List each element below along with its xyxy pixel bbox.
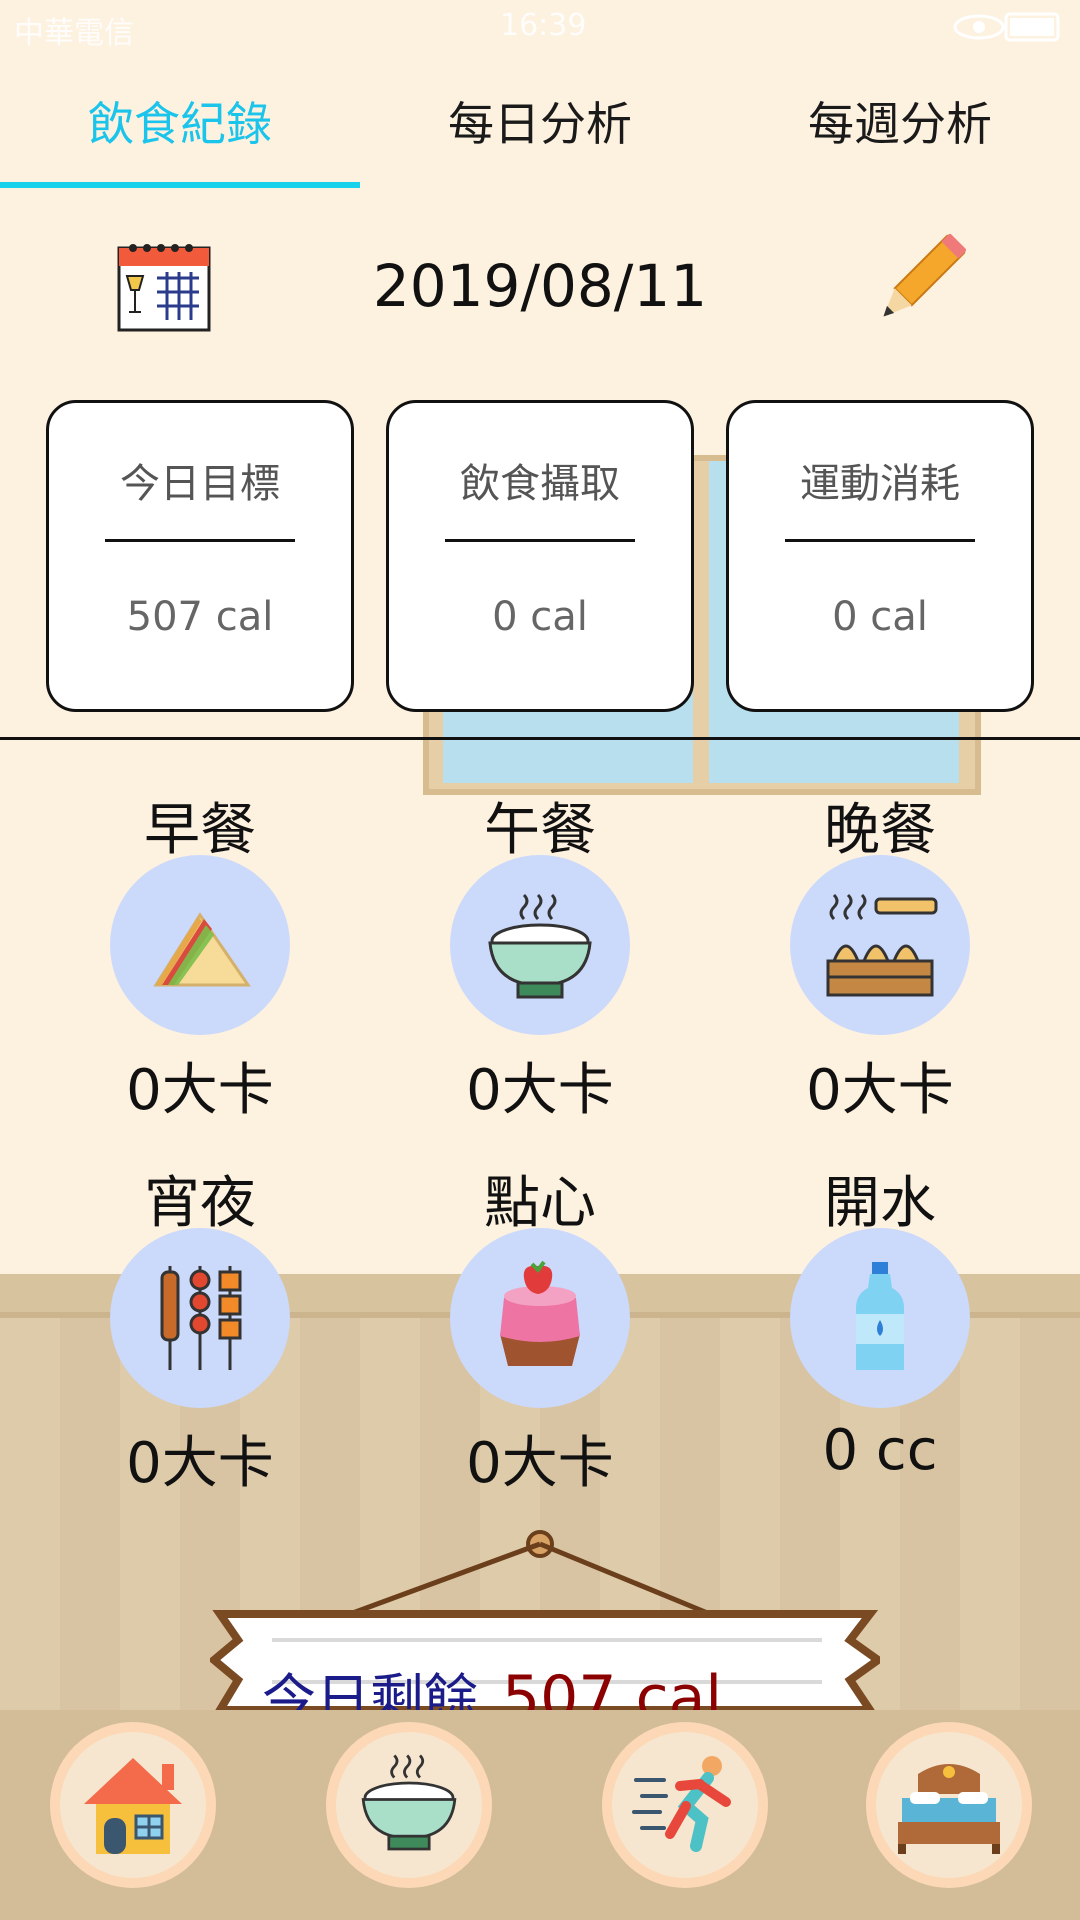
- runner-icon: [632, 1756, 731, 1852]
- rice-bowl-icon: [488, 893, 592, 999]
- meal-lunch[interactable]: 午餐 0大卡: [370, 785, 710, 1126]
- tab-diet-record[interactable]: 飲食紀錄: [0, 54, 360, 194]
- card-title: 今日目標: [120, 461, 280, 507]
- meal-name: 午餐: [484, 798, 596, 863]
- carrier-label: 中華電信: [14, 16, 134, 51]
- meal-icon-circle[interactable]: [450, 1228, 630, 1408]
- intake-card: 飲食攝取 0 cal: [386, 400, 694, 712]
- nav-diet-button[interactable]: [326, 1722, 492, 1888]
- meal-icon-circle[interactable]: [110, 855, 290, 1035]
- meal-icon-circle[interactable]: [110, 1228, 290, 1408]
- battery-icon: [953, 12, 1060, 42]
- meal-water[interactable]: 開水 0 cc: [710, 1158, 1050, 1483]
- rice-bowl-icon: [361, 1754, 457, 1851]
- meal-calories: 0大卡: [126, 1058, 274, 1123]
- dumplings-icon: [826, 893, 938, 997]
- exercise-card: 運動消耗 0 cal: [726, 400, 1034, 712]
- sandwich-icon: [153, 912, 251, 987]
- card-divider: [785, 539, 975, 542]
- card-value: 0 cal: [492, 594, 588, 640]
- clock: 16:39: [500, 8, 587, 43]
- meal-calories: 0大卡: [466, 1058, 614, 1123]
- tab-label: 每週分析: [808, 97, 992, 151]
- bottom-nav: [0, 1710, 1080, 1920]
- pudding-icon: [500, 1260, 580, 1366]
- meal-icon-circle[interactable]: [450, 855, 630, 1035]
- tab-label: 飲食紀錄: [88, 97, 272, 151]
- card-title: 運動消耗: [800, 461, 960, 507]
- meal-breakfast[interactable]: 早餐 0大卡: [30, 785, 370, 1126]
- meal-calories: 0 cc: [822, 1418, 938, 1483]
- card-divider: [445, 539, 635, 542]
- status-bar: 中華電信 16:39: [0, 0, 1080, 54]
- water-bottle-icon: [856, 1262, 904, 1370]
- meal-calories: 0大卡: [126, 1431, 274, 1496]
- meal-late-night-snack[interactable]: 宵夜 0大卡: [30, 1158, 370, 1499]
- meal-dinner[interactable]: 晚餐 0大卡: [710, 785, 1050, 1126]
- tab-bar: 飲食紀錄 每日分析 每週分析: [0, 54, 1080, 194]
- home-icon: [84, 1758, 182, 1854]
- card-title: 飲食攝取: [460, 461, 620, 507]
- card-value: 507 cal: [126, 594, 274, 640]
- card-divider: [105, 539, 295, 542]
- active-tab-indicator: [0, 182, 360, 188]
- meal-name: 宵夜: [144, 1171, 256, 1236]
- tab-weekly-analysis[interactable]: 每週分析: [720, 54, 1080, 194]
- bed-icon: [898, 1764, 1000, 1854]
- meal-icon-circle[interactable]: [790, 1228, 970, 1408]
- nav-exercise-button[interactable]: [602, 1722, 768, 1888]
- card-value: 0 cal: [832, 594, 928, 640]
- tab-label: 每日分析: [448, 97, 632, 151]
- pencil-icon[interactable]: [866, 234, 966, 334]
- goal-card: 今日目標 507 cal: [46, 400, 354, 712]
- meal-calories: 0大卡: [806, 1058, 954, 1123]
- section-divider: [0, 737, 1080, 740]
- tab-daily-analysis[interactable]: 每日分析: [360, 54, 720, 194]
- meal-name: 點心: [484, 1171, 596, 1236]
- meal-name: 晚餐: [824, 798, 936, 863]
- skewers-icon: [160, 1266, 242, 1370]
- nav-home-button[interactable]: [50, 1722, 216, 1888]
- meal-calories: 0大卡: [466, 1431, 614, 1496]
- meal-name: 早餐: [144, 798, 256, 863]
- meal-name: 開水: [824, 1171, 936, 1236]
- app-root: 中華電信 16:39 飲食紀錄 每日分析 每週分析 2019/08/11 今日目…: [0, 0, 1080, 1920]
- nav-sleep-button[interactable]: [866, 1722, 1032, 1888]
- date-row: 2019/08/11: [0, 220, 1080, 340]
- meal-snack[interactable]: 點心 0大卡: [370, 1158, 710, 1499]
- meal-icon-circle[interactable]: [790, 855, 970, 1035]
